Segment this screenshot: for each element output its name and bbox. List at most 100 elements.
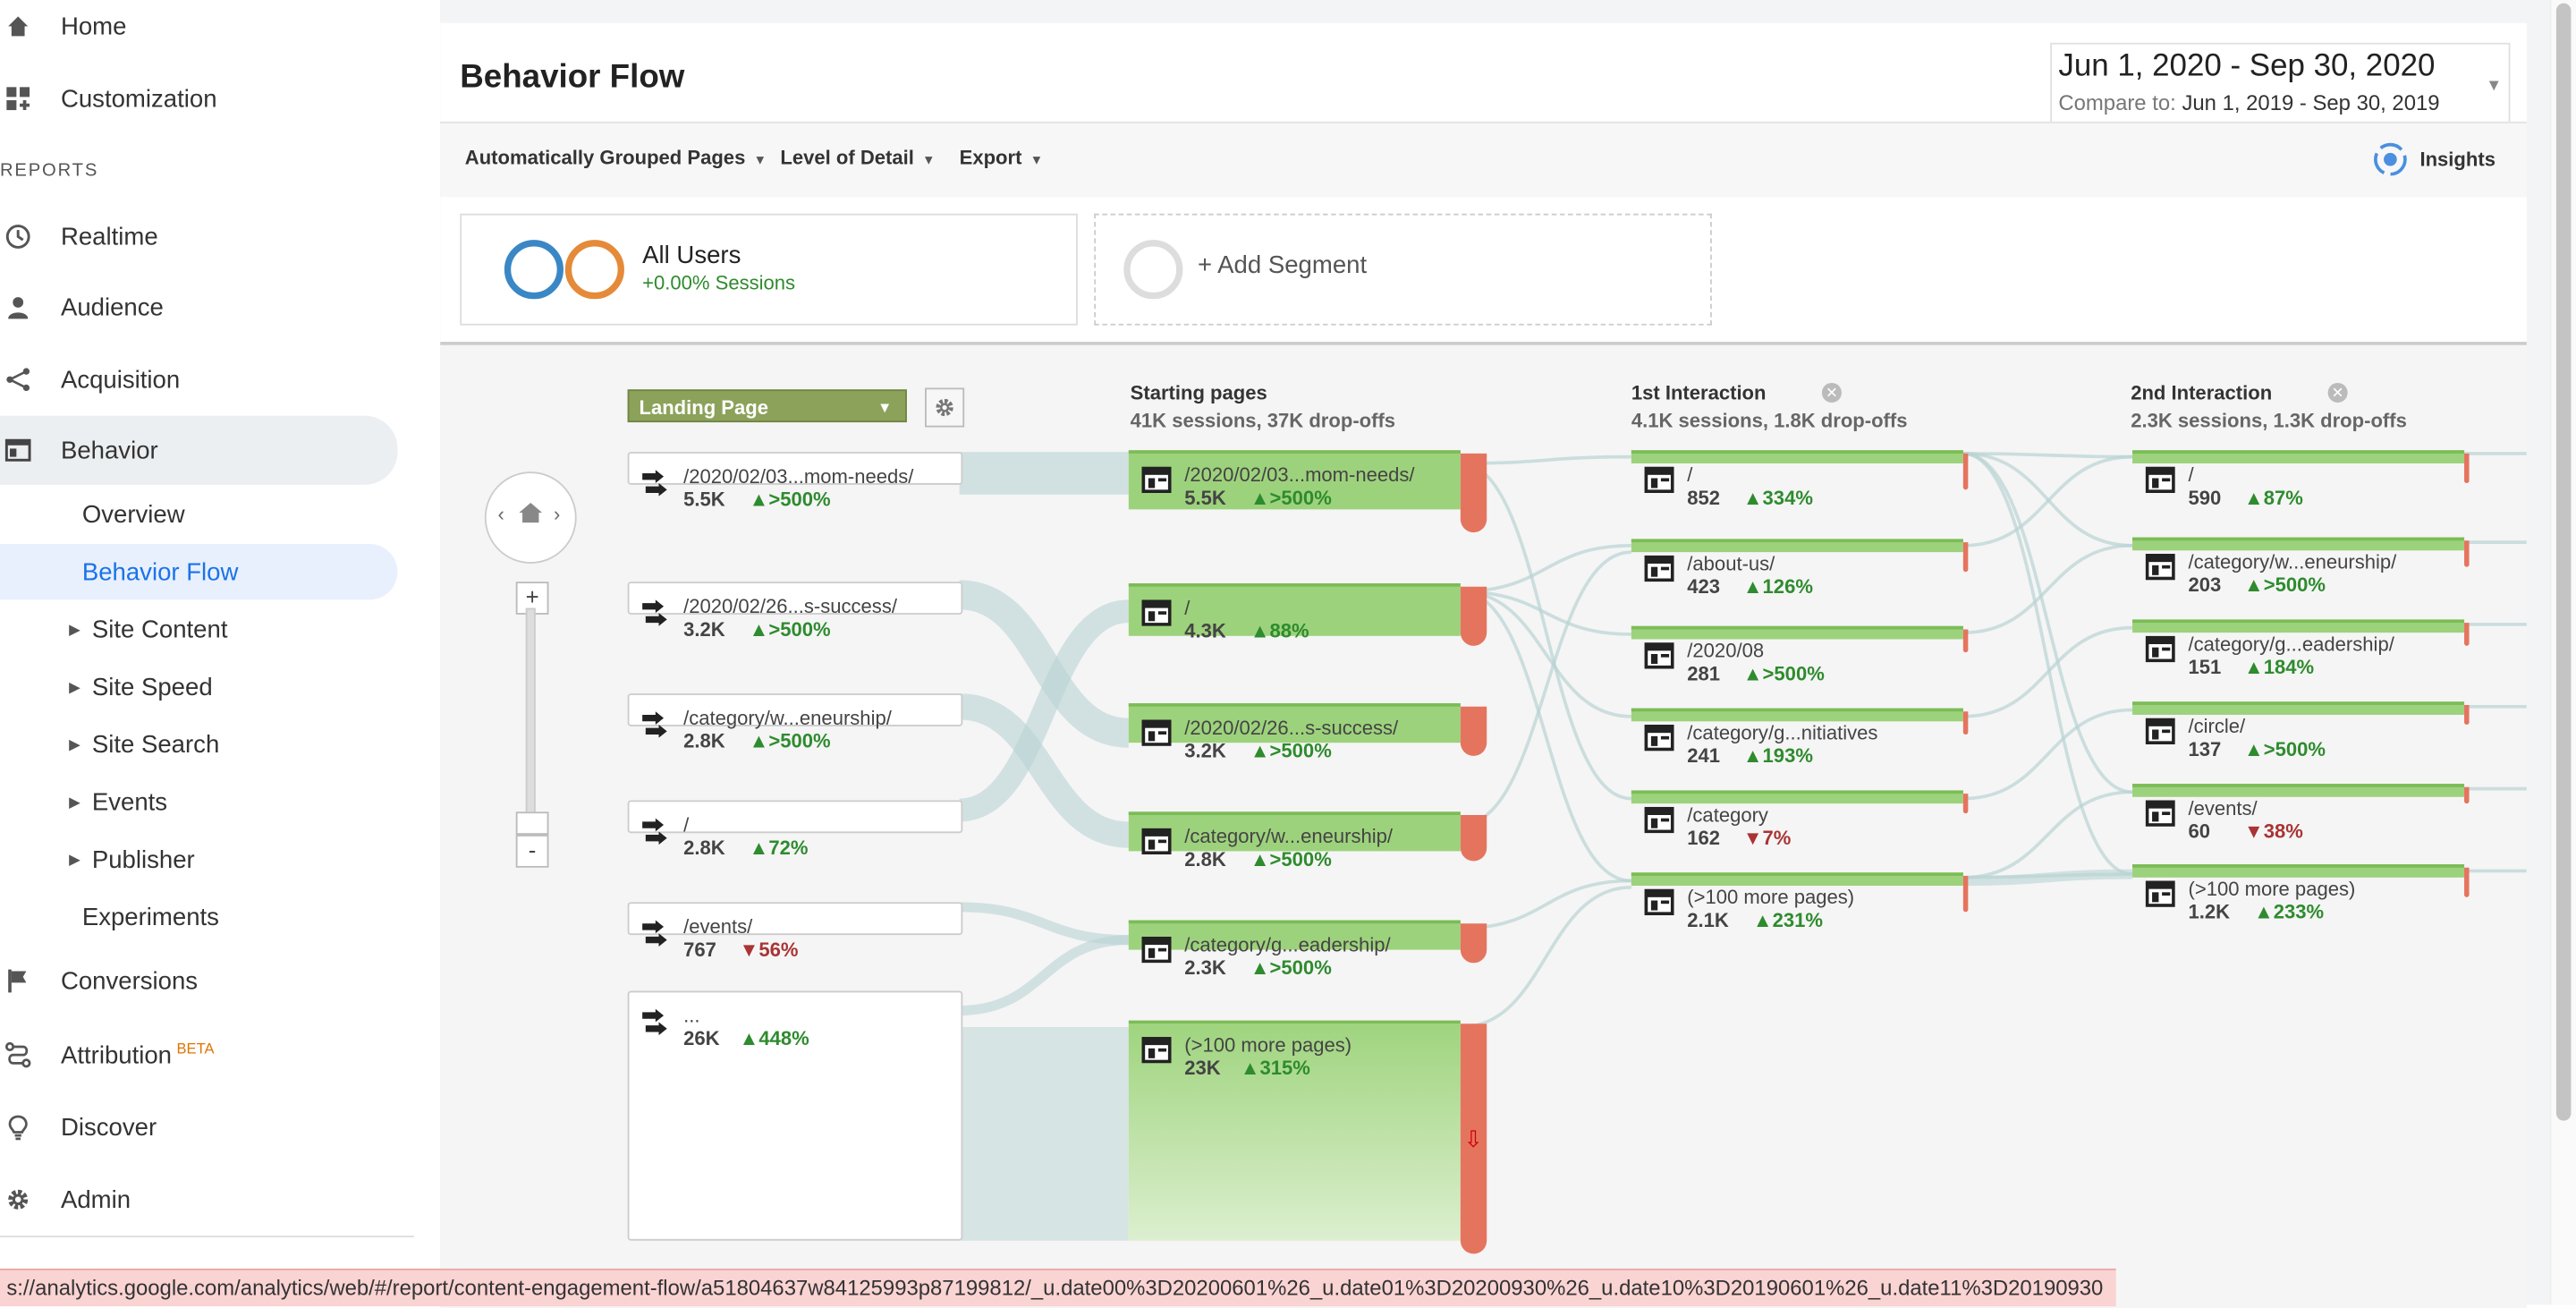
node-page-name: / bbox=[2188, 463, 2194, 487]
segment-name: All Users bbox=[642, 241, 741, 270]
dropoff-bar[interactable] bbox=[1962, 711, 1969, 735]
nav-publisher-label: Publisher bbox=[91, 845, 195, 874]
export-dropdown[interactable]: Export ▼ bbox=[960, 146, 1044, 169]
nav-home[interactable]: Home bbox=[0, 0, 397, 57]
nav-acquisition[interactable]: Acquisition bbox=[0, 348, 397, 411]
home-icon[interactable] bbox=[518, 501, 544, 532]
dropoff-bar[interactable] bbox=[1962, 875, 1969, 913]
node-page-name: / bbox=[683, 813, 690, 837]
node-page-name: /2020/02/26...s-success/ bbox=[1184, 716, 1399, 740]
dropoff-bar[interactable] bbox=[1460, 923, 1487, 964]
gear-icon bbox=[4, 1185, 33, 1214]
node-page-name: /category/w...eneurship/ bbox=[1184, 825, 1394, 848]
pan-control[interactable]: ‹ › bbox=[484, 471, 577, 564]
pan-left-icon[interactable]: ‹ bbox=[498, 503, 504, 526]
nav-admin[interactable]: Admin bbox=[0, 1168, 397, 1231]
dropoff-bar[interactable] bbox=[1460, 815, 1487, 862]
nav-behavior[interactable]: Behavior bbox=[0, 415, 398, 485]
flow-link[interactable] bbox=[1962, 790, 2133, 879]
dimension-label: Landing Page bbox=[639, 395, 769, 420]
close-icon[interactable]: ✕ bbox=[1821, 382, 1842, 403]
node-sessions: 2.8K bbox=[683, 729, 725, 753]
node-change: ▲233% bbox=[2253, 900, 2325, 924]
dropoff-bar[interactable] bbox=[1962, 629, 1969, 653]
dimension-select[interactable]: Landing Page ▼ bbox=[627, 389, 907, 423]
landing-node[interactable]: /events/767 ▼56% bbox=[627, 902, 963, 961]
nav-audience[interactable]: Audience bbox=[0, 276, 397, 339]
landing-node[interactable]: ... 26K ▲448% bbox=[627, 990, 963, 1241]
nav-conversions[interactable]: Conversions bbox=[0, 950, 397, 1013]
dashboard-icon bbox=[4, 84, 33, 114]
dropoff-bar[interactable] bbox=[2464, 867, 2470, 897]
landing-arrow-icon bbox=[640, 1007, 670, 1036]
node-change: ▲315% bbox=[1240, 1056, 1310, 1080]
nav-acquisition-label: Acquisition bbox=[60, 365, 181, 394]
flow-link[interactable] bbox=[1460, 879, 1631, 930]
dropoff-bar[interactable] bbox=[2464, 540, 2470, 567]
grouping-dropdown[interactable]: Automatically Grouped Pages ▼ bbox=[465, 146, 767, 169]
node-change: ▲>500% bbox=[1250, 956, 1332, 980]
insights-button[interactable]: Insights bbox=[2370, 136, 2496, 182]
zoom-out-button[interactable]: - bbox=[515, 835, 549, 868]
dropoff-bar[interactable] bbox=[2464, 786, 2470, 804]
node-page-name: /events/ bbox=[2188, 796, 2258, 820]
dropoff-bar[interactable] bbox=[1460, 706, 1487, 756]
node-change: ▲>500% bbox=[2243, 573, 2326, 597]
flow-link[interactable] bbox=[959, 935, 1129, 1016]
nav-experiments[interactable]: Experiments bbox=[0, 889, 397, 945]
zoom-slider-handle[interactable] bbox=[515, 811, 549, 836]
node-change: ▲>500% bbox=[749, 617, 831, 641]
nav-events[interactable]: ▶ Events bbox=[0, 774, 397, 829]
flow-link[interactable] bbox=[1962, 708, 2133, 801]
flow-link[interactable] bbox=[1962, 452, 2133, 794]
nav-realtime[interactable]: Realtime bbox=[0, 206, 397, 268]
dropoff-bar[interactable] bbox=[1962, 453, 1969, 490]
dropoff-bar[interactable] bbox=[2464, 623, 2470, 646]
landing-node[interactable]: /2020/02/03...mom-needs/5.5K ▲>500% bbox=[627, 452, 963, 511]
page-icon bbox=[2145, 635, 2175, 663]
nav-experiments-label: Experiments bbox=[81, 903, 219, 931]
scrollbar-thumb[interactable] bbox=[2555, 3, 2572, 1121]
segment-all-users[interactable]: All Users +0.00% Sessions bbox=[460, 213, 1078, 326]
flow-link[interactable] bbox=[1460, 885, 1631, 1029]
nav-publisher[interactable]: ▶ Publisher bbox=[0, 831, 397, 887]
level-of-detail-dropdown[interactable]: Level of Detail ▼ bbox=[780, 146, 935, 169]
nav-site-speed[interactable]: ▶ Site Speed bbox=[0, 659, 397, 715]
landing-node[interactable]: /2020/02/26...s-success/3.2K ▲>500% bbox=[627, 582, 963, 641]
flow-link[interactable] bbox=[959, 902, 1129, 946]
close-icon[interactable]: ✕ bbox=[2327, 382, 2348, 403]
nav-attribution[interactable]: Attribution BETA bbox=[0, 1023, 397, 1086]
node-sessions: 151 bbox=[2188, 655, 2222, 679]
dropoff-bar[interactable] bbox=[2464, 453, 2470, 483]
pan-right-icon[interactable]: › bbox=[554, 503, 560, 526]
nav-attribution-label: Attribution BETA bbox=[61, 1040, 215, 1070]
page-icon bbox=[2145, 800, 2175, 827]
landing-node[interactable]: /category/w...eneurship/2.8K ▲>500% bbox=[627, 693, 963, 752]
flow-settings-button[interactable] bbox=[925, 387, 965, 428]
nav-site-search[interactable]: ▶ Site Search bbox=[0, 717, 397, 772]
nav-discover[interactable]: Discover bbox=[0, 1096, 397, 1159]
dropoff-bar[interactable] bbox=[1460, 453, 1487, 533]
dropoff-bar[interactable] bbox=[1962, 794, 1969, 814]
dropoff-bar[interactable] bbox=[1962, 542, 1969, 573]
nav-behavior-flow[interactable]: Behavior Flow bbox=[0, 543, 398, 600]
dropoff-bar[interactable] bbox=[1460, 586, 1487, 646]
node-page-name: /events/ bbox=[683, 915, 753, 939]
landing-node[interactable]: /2.8K ▲72% bbox=[627, 800, 963, 860]
nav-customization[interactable]: Customization bbox=[0, 67, 397, 130]
nav-behavior-overview[interactable]: Overview bbox=[0, 487, 397, 542]
add-segment-button[interactable]: + Add Segment bbox=[1094, 213, 1712, 326]
nav-realtime-label: Realtime bbox=[60, 222, 158, 251]
attribution-text: Attribution bbox=[60, 1041, 173, 1070]
flow-link[interactable] bbox=[1460, 543, 1631, 594]
flow-link[interactable] bbox=[1962, 452, 2133, 876]
vertical-scrollbar[interactable] bbox=[2549, 0, 2576, 1305]
date-range-picker[interactable]: Jun 1, 2020 - Sep 30, 2020 Compare to: J… bbox=[2050, 42, 2511, 125]
node-sessions: 5.5K bbox=[683, 488, 725, 512]
node-traffic-bar bbox=[1631, 790, 1963, 804]
node-change: ▲>500% bbox=[749, 488, 831, 512]
node-page-name: /category/g...nitiatives bbox=[1687, 721, 1878, 745]
dropoff-bar[interactable] bbox=[2464, 704, 2470, 725]
nav-site-content[interactable]: ▶ Site Content bbox=[0, 601, 397, 657]
node-change: ▲>500% bbox=[1742, 662, 1825, 685]
